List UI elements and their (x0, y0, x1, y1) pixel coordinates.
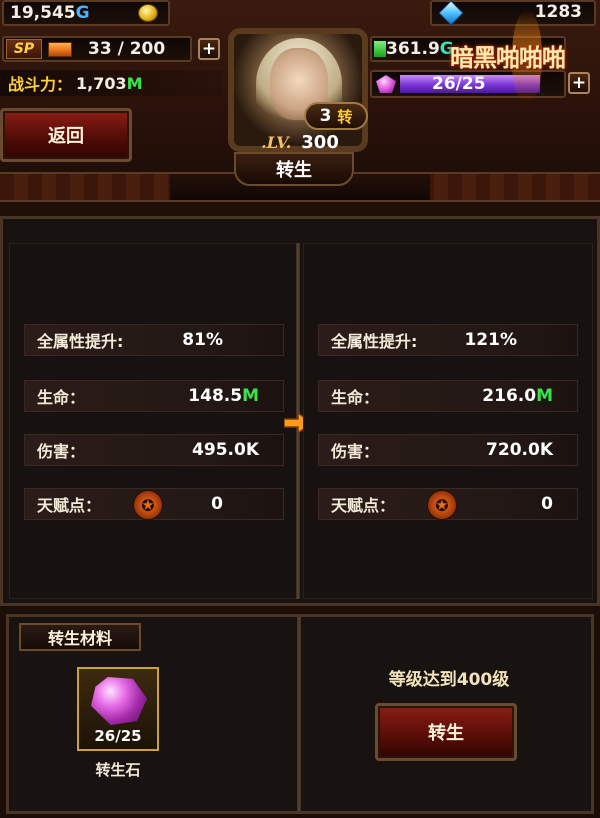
current-damage-label: 伤害： (37, 442, 86, 461)
current-hp-value: 148.5 (188, 386, 243, 406)
rebirth-button-label: 转生 (428, 723, 464, 744)
current-damage-row: 伤害： 495.0K (24, 434, 284, 466)
page-title: 转生 (276, 160, 312, 181)
pentagram-icon: ✪ (133, 490, 163, 520)
bottom-divider (297, 617, 301, 811)
back-button-label: 返回 (48, 126, 84, 147)
energy-value: 361.9 (386, 39, 440, 59)
energy-bar-icon (374, 41, 386, 57)
current-damage-value: 495.0K (192, 440, 259, 460)
next-damage-row: 伤害： 720.0K (318, 434, 578, 466)
rebirth-count-badge: 3 转 (304, 102, 368, 130)
purple-gem-icon (376, 75, 396, 93)
current-talent-row: 天赋点： ✪ 0 (24, 488, 284, 520)
current-hp-row: 生命： 148.5M (24, 380, 284, 412)
rebirth-stone-name: 转生石 (95, 761, 141, 779)
next-talent-row: 天赋点： ✪ 0 (318, 488, 578, 520)
next-attr-label: 全属性提升: (331, 332, 418, 351)
materials-title-label: 转生材料 (47, 629, 112, 648)
back-button[interactable]: 返回 (0, 108, 132, 162)
current-hp-unit: M (242, 386, 259, 406)
rebirth-button[interactable]: 转生 (375, 703, 517, 761)
sp-value: 33 / 200 (88, 39, 166, 59)
next-hp-unit: M (536, 386, 553, 406)
gold-coin-icon (138, 4, 158, 22)
sp-label: SP (6, 39, 42, 59)
gold-counter: 19,545G (2, 0, 170, 26)
game-logo: 暗黑啪啪啪 (450, 10, 600, 100)
pentagram-icon: ✪ (427, 490, 457, 520)
combat-power: 战斗力： 1,703M (0, 70, 222, 96)
current-attr-value: 81% (182, 330, 223, 350)
next-damage-label: 伤害： (331, 442, 380, 461)
combat-power-value: 1,703 (76, 73, 127, 93)
current-stats-column: 全属性提升: 81% 生命： 148.5M 伤害： 495.0K 天赋点： ✪ … (9, 243, 299, 599)
next-damage-value: 720.0K (486, 440, 553, 460)
rebirth-suffix: 转 (337, 107, 353, 126)
page-title-plate: 转生 (234, 152, 354, 186)
diamond-value: 1283 (534, 2, 582, 22)
next-hp-row: 生命： 216.0M (318, 380, 578, 412)
next-stats-column: 全属性提升: 121% 生命： 216.0M 伤害： 720.0K 天赋点： ✪… (303, 243, 593, 599)
stats-comparison-panel: 全属性提升: 81% 生命： 148.5M 伤害： 495.0K 天赋点： ✪ … (0, 216, 600, 606)
rebirth-count: 3 (319, 106, 332, 126)
diamond-counter: 1283 (430, 0, 596, 26)
rebirth-stone-count: 26/25 (94, 727, 142, 745)
current-talent-value: 0 (211, 494, 223, 514)
level-value: 300 (301, 131, 339, 153)
level-row: .LV. 300 (230, 130, 370, 154)
next-hp-value: 216.0 (482, 386, 537, 406)
sp-bar-icon (48, 42, 72, 57)
current-talent-label: 天赋点： (37, 496, 102, 515)
next-talent-value: 0 (541, 494, 553, 514)
logo-text: 暗黑啪啪啪 (450, 44, 566, 72)
current-attr-row: 全属性提升: 81% (24, 324, 284, 356)
combat-power-label: 战斗力： (8, 75, 73, 94)
materials-title: 转生材料 (19, 623, 141, 651)
gold-unit: G (75, 3, 90, 23)
current-attr-label: 全属性提升: (37, 332, 124, 351)
combat-power-unit: M (126, 73, 143, 93)
level-label: .LV. (261, 132, 292, 152)
next-attr-value: 121% (464, 330, 517, 350)
rebirth-stone-slot[interactable]: 26/25 (77, 667, 159, 751)
level-requirement: 等级达到400级 (388, 670, 510, 690)
materials-panel: 转生材料 26/25 转生石 等级达到400级 转生 (6, 614, 594, 814)
next-hp-label: 生命： (331, 388, 380, 407)
sp-counter: SP 33 / 200 (2, 36, 192, 62)
current-hp-label: 生命： (37, 388, 86, 407)
diamond-icon (438, 0, 464, 26)
add-sp-button[interactable]: + (198, 38, 220, 60)
rebirth-screen: 19,545G 1283 SP 33 / 200 + 战斗力： 1,703M 3… (0, 0, 600, 818)
gold-value: 19,545 (10, 3, 76, 23)
next-attr-row: 全属性提升: 121% (318, 324, 578, 356)
rebirth-stone-icon (91, 677, 147, 725)
next-talent-label: 天赋点： (331, 496, 396, 515)
